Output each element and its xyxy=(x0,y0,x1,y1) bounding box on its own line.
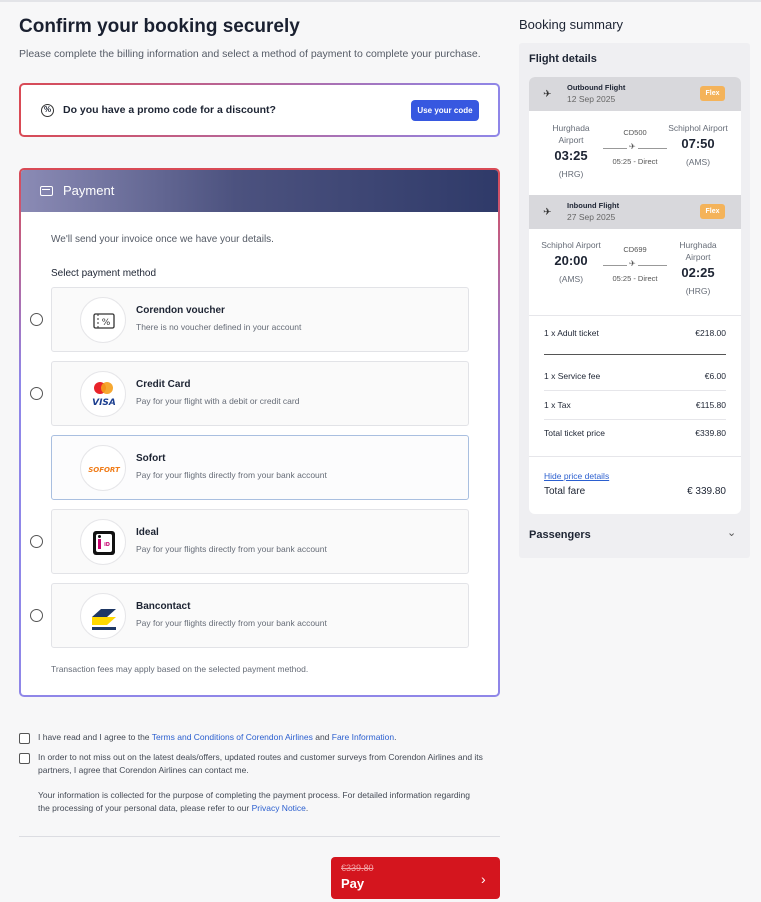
radio-bancontact[interactable] xyxy=(30,609,43,622)
payment-method-voucher[interactable]: % Corendon voucher There is no voucher d… xyxy=(30,287,469,352)
total-fare: Total fare € 339.80 xyxy=(544,486,726,497)
page-title: Confirm your booking securely xyxy=(19,16,300,37)
outbound-label: Outbound Flight xyxy=(567,83,626,92)
marketing-checkbox[interactable] xyxy=(19,753,30,764)
fare-info-link[interactable]: Fare Information xyxy=(332,732,394,742)
old-price: €339.80 xyxy=(341,863,374,873)
divider xyxy=(19,836,500,837)
bancontact-logo xyxy=(80,593,126,639)
payment-panel: Payment We'll send your invoice once we … xyxy=(19,168,500,697)
method-title: Corendon voucher xyxy=(136,305,225,316)
chevron-down-icon[interactable]: ⌄ xyxy=(727,526,736,539)
select-method-label: Select payment method xyxy=(51,268,157,279)
promo-question: Do you have a promo code for a discount? xyxy=(63,104,276,116)
price-row: 1 x Service fee €6.00 xyxy=(544,371,726,381)
ideal-logo: iD xyxy=(80,519,126,565)
mastercard-visa-logo: VISA xyxy=(80,371,126,417)
svg-text:%: % xyxy=(102,318,111,328)
invoice-info: We'll send your invoice once we have you… xyxy=(51,234,274,245)
method-desc: Pay for your flights directly from your … xyxy=(136,618,327,628)
top-border xyxy=(0,0,761,2)
flex-badge: Flex xyxy=(700,204,725,219)
outbound-route: CD500 ✈ 05:25 - Direct xyxy=(599,128,671,166)
method-desc: Pay for your flights directly from your … xyxy=(136,544,327,554)
method-desc: Pay for your flight with a debit or cred… xyxy=(136,396,300,406)
payment-method-ideal[interactable]: iD Ideal Pay for your flights directly f… xyxy=(30,509,469,574)
price-row: 1 x Tax €115.80 xyxy=(544,400,726,410)
card-icon xyxy=(40,186,53,196)
divider xyxy=(529,456,741,457)
discount-icon: % xyxy=(41,104,54,117)
method-title: Credit Card xyxy=(136,379,191,390)
inbound-route: CD699 ✈ 05:25 - Direct xyxy=(599,245,671,283)
payment-method-credit-card[interactable]: VISA Credit Card Pay for your flight wit… xyxy=(30,361,469,426)
svg-text:SOFORT: SOFORT xyxy=(88,466,121,474)
payment-method-sofort[interactable]: SOFORT Sofort Pay for your flights direc… xyxy=(51,435,469,500)
use-code-button[interactable]: Use your code xyxy=(411,100,479,121)
plane-arrival-icon: ✈ xyxy=(543,207,552,218)
flight-card: ✈ Outbound Flight 12 Sep 2025 Flex Hurgh… xyxy=(529,77,741,514)
privacy-text: Your information is collected for the pu… xyxy=(38,790,471,813)
svg-text:VISA: VISA xyxy=(92,398,116,408)
passengers-toggle[interactable]: Passengers xyxy=(529,529,591,541)
payment-header: Payment xyxy=(21,170,498,212)
divider xyxy=(544,419,726,420)
outbound-origin: Hurghada Airport 03:25 (HRG) xyxy=(552,123,590,179)
radio-credit-card[interactable] xyxy=(30,387,43,400)
summary-box: Flight details ✈ Outbound Flight 12 Sep … xyxy=(519,43,750,558)
terms-checkbox[interactable] xyxy=(19,733,30,744)
inbound-label: Inbound Flight xyxy=(567,201,620,210)
promo-box: % Do you have a promo code for a discoun… xyxy=(19,83,500,137)
terms-text: I have read and I agree to the Terms and… xyxy=(38,732,397,742)
hide-price-details-link[interactable]: Hide price details xyxy=(544,471,609,481)
outbound-date: 12 Sep 2025 xyxy=(567,94,616,104)
summary-title: Booking summary xyxy=(519,17,624,32)
radio-ideal[interactable] xyxy=(30,535,43,548)
voucher-icon: % xyxy=(80,297,126,343)
pay-label: Pay xyxy=(341,876,365,891)
inbound-header: ✈ Inbound Flight 27 Sep 2025 Flex xyxy=(529,195,741,229)
price-row-total: Total ticket price €339.80 xyxy=(544,428,726,438)
divider xyxy=(544,390,726,391)
inbound-origin: Schiphol Airport 20:00 (AMS) xyxy=(541,240,601,284)
inbound-destination: Hurghada Airport 02:25 (HRG) xyxy=(679,240,717,296)
svg-text:iD: iD xyxy=(104,542,110,548)
plane-icon: ✈ xyxy=(627,142,638,151)
outbound-destination: Schiphol Airport 07:50 (AMS) xyxy=(668,123,728,167)
payment-method-bancontact[interactable]: Bancontact Pay for your flights directly… xyxy=(30,583,469,648)
privacy-link[interactable]: Privacy Notice xyxy=(252,803,306,813)
radio-voucher[interactable] xyxy=(30,313,43,326)
method-desc: Pay for your flights directly from your … xyxy=(136,470,327,480)
fees-note: Transaction fees may apply based on the … xyxy=(51,664,309,674)
marketing-text: In order to not miss out on the latest d… xyxy=(38,752,483,775)
terms-link[interactable]: Terms and Conditions of Corendon Airline… xyxy=(152,732,313,742)
divider xyxy=(529,315,741,316)
chevron-right-icon: › xyxy=(481,871,486,887)
inbound-date: 27 Sep 2025 xyxy=(567,212,616,222)
page-subtitle: Please complete the billing information … xyxy=(19,48,481,60)
flight-details-title: Flight details xyxy=(529,53,597,65)
divider xyxy=(544,354,726,355)
plane-departure-icon: ✈ xyxy=(543,89,552,100)
method-title: Ideal xyxy=(136,527,159,538)
method-title: Bancontact xyxy=(136,601,191,612)
method-desc: There is no voucher defined in your acco… xyxy=(136,322,302,332)
outbound-header: ✈ Outbound Flight 12 Sep 2025 Flex xyxy=(529,77,741,111)
sofort-logo: SOFORT xyxy=(80,445,126,491)
method-title: Sofort xyxy=(136,453,166,464)
pay-button[interactable]: €339.80 Pay › xyxy=(331,857,500,899)
payment-title: Payment xyxy=(63,183,115,198)
plane-icon: ✈ xyxy=(627,259,638,268)
flex-badge: Flex xyxy=(700,86,725,101)
price-row: 1 x Adult ticket €218.00 xyxy=(544,328,726,338)
